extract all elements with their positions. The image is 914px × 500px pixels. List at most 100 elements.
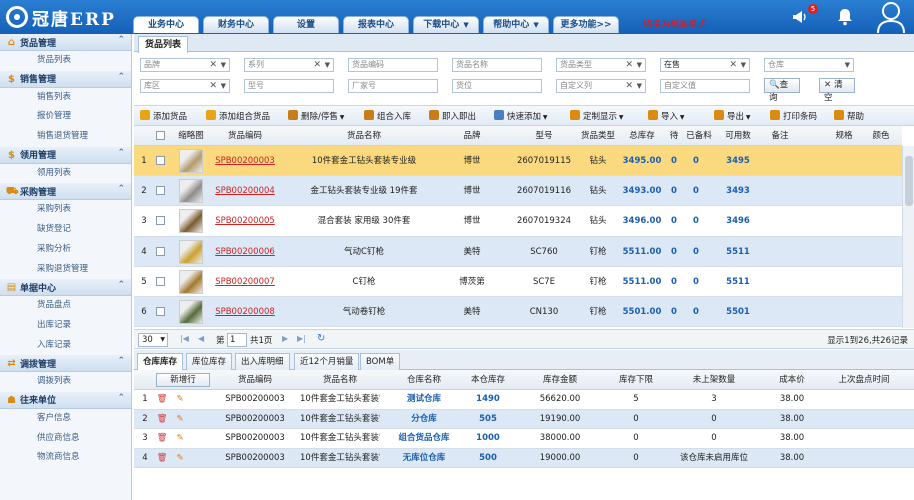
sidebar-item[interactable]: 采购退货管理 [0, 260, 131, 280]
detail-tab-3[interactable]: 近12个月销量 [294, 353, 360, 370]
clear-button[interactable]: ✕ 清空 [819, 78, 855, 103]
edit-icon[interactable]: ✎ [174, 390, 186, 409]
cell-warehouse[interactable]: 测试仓库 [386, 390, 462, 409]
nav-tab-2[interactable]: 设置 [273, 16, 339, 33]
edit-icon[interactable]: ✎ [174, 449, 186, 468]
query-button[interactable]: 🔍查询 [764, 78, 800, 103]
toolbar-button-10[interactable]: 帮助 [834, 110, 864, 122]
sidebar-item[interactable]: 销售列表 [0, 88, 131, 108]
page-input[interactable]: 1 [227, 333, 247, 347]
detail-tab-0[interactable]: 仓库库存 [137, 353, 184, 370]
toolbar-button-0[interactable]: 添加货品 [140, 110, 187, 122]
product-code-link[interactable]: SPB00200003 [209, 146, 281, 176]
toolbar-button-2[interactable]: 删除/停售 ▼ [288, 110, 344, 122]
toolbar-button-5[interactable]: 快速添加 ▼ [494, 110, 548, 122]
vertical-scrollbar[interactable] [902, 146, 914, 328]
scrollbar-thumb[interactable] [905, 156, 913, 206]
product-thumbnail[interactable] [179, 300, 203, 324]
product-code-link[interactable]: SPB00200004 [209, 176, 281, 206]
column-header[interactable]: 缩略图 [176, 126, 206, 146]
next-page-icon[interactable]: ▶ [282, 334, 288, 343]
toolbar-button-1[interactable]: 添加组合货品 [206, 110, 270, 122]
sidebar-item[interactable]: 缺货登记 [0, 220, 131, 240]
table-row[interactable]: 3 SPB00200005 混合套装 家用级 30件套 博世 2607019324 钻头 3… [134, 206, 902, 237]
user-avatar-icon[interactable] [876, 1, 906, 34]
bell-icon[interactable] [837, 8, 853, 26]
location-input[interactable]: 货位 [452, 79, 542, 93]
product-code-link[interactable]: SPB00200006 [209, 237, 281, 267]
collapse-icon[interactable]: ⌃ [117, 72, 125, 82]
table-row[interactable]: 1 🗑 ✎ SPB00200003 10件套金工钻头套装' 测试仓库 1490 56620.0… [134, 390, 914, 410]
edit-icon[interactable]: ✎ [174, 410, 186, 429]
sidebar-item[interactable]: 物流商信息 [0, 448, 131, 468]
sidebar-item[interactable]: 货品盘点 [0, 296, 131, 316]
last-page-icon[interactable]: ▶| [297, 334, 306, 343]
column-header[interactable]: 上次盘点时间 [824, 370, 904, 390]
model-input[interactable]: 型号 [244, 79, 334, 93]
column-header[interactable]: 可用数 [718, 126, 758, 146]
table-row[interactable]: 3 🗑 ✎ SPB00200003 10件套金工钻头套装' 组合货品仓库 1000 38000… [134, 429, 914, 449]
warehouse-select[interactable]: 仓库 ▼ [764, 58, 854, 72]
new-row-button[interactable]: 新增行 [156, 373, 210, 387]
toolbar-button-7[interactable]: 导入 ▼ [648, 110, 685, 122]
first-page-icon[interactable]: |◀ [180, 334, 189, 343]
sidebar-item[interactable]: 领用列表 [0, 164, 131, 184]
status-select[interactable]: 在售 ✕ ▼ [660, 58, 750, 72]
sidebar-item[interactable]: 采购分析 [0, 240, 131, 260]
sidebar-item[interactable]: 调拨列表 [0, 372, 131, 392]
row-checkbox[interactable] [156, 246, 165, 256]
column-header[interactable]: 货品编码 [209, 126, 281, 146]
column-header[interactable]: 型号 [512, 126, 576, 146]
app-logo[interactable]: 冠唐ERP [6, 6, 116, 30]
code-input[interactable]: 货品编码 [348, 58, 438, 72]
sidebar-item[interactable]: 供应商信息 [0, 429, 131, 449]
product-code-link[interactable]: SPB00200007 [209, 267, 281, 297]
toolbar-button-4[interactable]: 即入即出 [429, 110, 476, 122]
row-checkbox[interactable] [156, 307, 165, 316]
sidebar-group-6[interactable]: ☗ 往来单位 ⌃ [0, 391, 131, 409]
column-header[interactable]: 成本价 [762, 370, 822, 390]
row-checkbox[interactable] [156, 156, 165, 165]
sidebar-item[interactable]: 采购列表 [0, 200, 131, 220]
nav-tab-5[interactable]: 帮助中心 ▼ [483, 16, 549, 33]
name-input[interactable]: 货品名称 [452, 58, 542, 72]
collapse-icon[interactable]: ⌃ [117, 280, 125, 290]
toolbar-button-9[interactable]: 打印条码 [770, 110, 817, 122]
product-thumbnail[interactable] [179, 239, 203, 264]
row-checkbox[interactable] [156, 216, 165, 226]
sidebar-group-5[interactable]: ⇄ 调拨管理 ⌃ [0, 355, 131, 373]
detail-tab-1[interactable]: 库位库存 [186, 353, 233, 370]
product-thumbnail[interactable] [179, 209, 203, 234]
megaphone-icon[interactable] [792, 10, 808, 24]
custom-column-select[interactable]: 自定义列 ✕ ▼ [556, 79, 646, 93]
sidebar-item[interactable]: 出库记录 [0, 316, 131, 336]
mode-switch-link[interactable]: 切换为标准模式 [643, 17, 706, 30]
page-size-select[interactable]: 30 ▼ [138, 333, 168, 347]
cell-warehouse[interactable]: 分仓库 [386, 410, 462, 429]
nav-tab-6[interactable]: 更多功能>> [553, 16, 619, 33]
nav-tab-1[interactable]: 财务中心 [203, 16, 269, 33]
prev-page-icon[interactable]: ◀ [198, 334, 204, 343]
edit-icon[interactable]: ✎ [174, 429, 186, 448]
product-thumbnail[interactable] [179, 269, 203, 294]
nav-tab-3[interactable]: 报表中心 [343, 16, 409, 33]
sidebar-group-2[interactable]: $ 领用管理 ⌃ [0, 146, 131, 164]
table-row[interactable]: 2 🗑 ✎ SPB00200003 10件套金工钻头套装' 分仓库 505 19190.00 0… [134, 409, 914, 429]
refresh-icon[interactable]: ↻ [317, 333, 325, 344]
delete-icon[interactable]: 🗑 [156, 449, 168, 468]
column-header[interactable]: 未上架数量 [674, 370, 754, 390]
nav-tab-0[interactable]: 业务中心 [133, 16, 199, 33]
sidebar-item[interactable]: 入库记录 [0, 336, 131, 356]
column-header[interactable]: 品牌 [452, 126, 492, 146]
table-row[interactable]: 4 🗑 ✎ SPB00200003 10件套金工钻头套装' 无库位仓库 500 19000.0… [134, 448, 914, 468]
column-header[interactable]: 货品编码 [220, 370, 290, 390]
column-header[interactable]: 待 [664, 126, 684, 146]
column-header[interactable]: 规格 [824, 126, 864, 146]
product-thumbnail[interactable] [179, 179, 203, 204]
sidebar-item[interactable]: 报价管理 [0, 107, 131, 127]
collapse-icon[interactable]: ⌃ [117, 393, 125, 403]
column-header[interactable]: 货品名称 [304, 126, 424, 146]
series-select[interactable]: 系列 ✕ ▼ [244, 58, 334, 72]
area-select[interactable]: 库区 ✕ ▼ [140, 79, 230, 93]
collapse-icon[interactable]: ⌃ [117, 184, 125, 194]
